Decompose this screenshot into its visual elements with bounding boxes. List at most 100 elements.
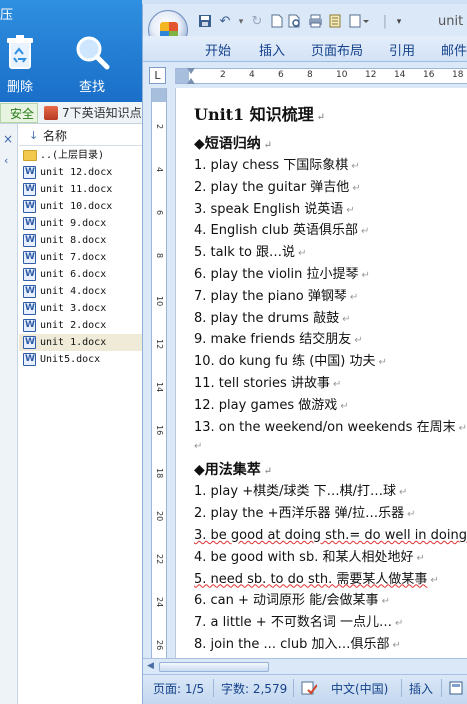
file-row[interactable]: unit 8.docx — [19, 232, 142, 249]
document-line-text: 8. join the ... club 加入…俱乐部 — [194, 636, 390, 652]
ribbon-tab[interactable]: 插入 — [259, 40, 285, 59]
document-line-text: 10. do kung fu 练 (中国) 功夫 — [194, 354, 376, 370]
document-line: 5. talk to 跟…说 ↵ — [194, 242, 467, 264]
ruler-number: 4 — [249, 70, 255, 80]
file-row[interactable]: unit 12.docx — [19, 164, 142, 181]
new-document-icon[interactable] — [269, 14, 285, 30]
status-separator — [441, 679, 442, 697]
ribbon-tab[interactable]: 页面布局 — [311, 40, 363, 59]
format-icon[interactable] — [327, 14, 343, 30]
document-line-text: 5. need sb. to do sth. 需要某人做某事 — [194, 571, 428, 587]
file-row[interactable]: unit 7.docx — [19, 249, 142, 266]
file-row[interactable]: unit 1.docx — [19, 334, 142, 351]
paragraph-mark: ↵ — [416, 552, 425, 564]
document-line: 3. be good at doing sth.= do well in doi… — [194, 525, 467, 547]
word-count-status[interactable]: 字数: 2,579 — [221, 680, 287, 697]
spelling-check-icon[interactable] — [301, 680, 318, 699]
document-line: 13. on the weekend/on weekends 在周末 ↵ — [194, 417, 467, 439]
page-count-status[interactable]: 页面: 1/5 — [153, 680, 204, 697]
ruler-number: 4 — [155, 167, 164, 173]
tab-archive[interactable]: 7下英语知识点 — [40, 103, 142, 123]
document-line: 8. play the drums 敲鼓 ↵ — [194, 308, 467, 330]
file-row[interactable]: Unit5.docx — [19, 351, 142, 368]
print-preview-icon[interactable] — [287, 14, 303, 30]
paragraph-mark: ↵ — [349, 291, 359, 303]
paragraph-mark: ↵ — [351, 161, 360, 172]
document-line-text: 7. play the piano 弹钢琴 — [194, 288, 347, 304]
paragraph-mark: ↵ — [340, 400, 349, 412]
chevron-left-icon[interactable]: ‹ — [4, 154, 8, 167]
word-document-icon — [23, 283, 36, 300]
undo-icon[interactable]: ↶ — [217, 14, 233, 30]
name-column-header[interactable]: ↓ 名称 — [19, 126, 142, 146]
status-separator — [293, 679, 294, 697]
file-row[interactable]: unit 6.docx — [19, 266, 142, 283]
ruler-number: 14 — [155, 382, 164, 393]
document-line-text: 4. English club 英语俱乐部 — [194, 223, 358, 239]
ruler-number: 2 — [155, 124, 164, 130]
document-line-text: 11. tell stories 讲故事 — [194, 375, 330, 391]
scroll-left-arrow-icon[interactable]: ◀ — [147, 661, 154, 671]
language-status[interactable]: 中文(中国) — [331, 680, 388, 697]
paragraph-mark: ↵ — [381, 596, 390, 608]
document-line: 10. do kung fu 练 (中国) 功夫 ↵ — [194, 351, 467, 373]
sort-arrow-icon: ↓ — [29, 129, 39, 142]
document-dropdown-icon[interactable] — [349, 14, 369, 30]
document-line: 7. a little + 不可数名词 一点儿… ↵ — [194, 612, 467, 634]
document-line-text: 3. be good at doing sth.= do well in doi… — [194, 527, 467, 543]
word-document-icon — [23, 249, 36, 266]
first-line-indent-marker[interactable] — [187, 68, 195, 74]
insert-mode-status[interactable]: 插入 — [409, 680, 433, 697]
word-document-icon — [23, 334, 36, 351]
tab-stop-selector[interactable]: L — [149, 67, 166, 84]
horizontal-scrollbar[interactable]: ◀ — [143, 658, 467, 674]
ribbon-tab[interactable]: 邮件 — [441, 40, 467, 59]
tab-safe[interactable]: 安全 — [0, 103, 38, 123]
paragraph-mark: ↵ — [398, 487, 408, 499]
document-line: 7. play the piano 弹钢琴 ↵ — [194, 286, 467, 308]
file-row[interactable]: unit 11.docx — [19, 181, 142, 198]
horizontal-ruler[interactable]: 2 4 6 8 10 12 14 16 18 — [175, 68, 467, 84]
undo-dropdown-icon[interactable]: ▾ — [233, 14, 249, 30]
close-icon[interactable]: × — [3, 132, 13, 146]
paragraph-mark: ↵ — [298, 248, 307, 260]
customize-toolbar-icon[interactable]: ▾ — [391, 14, 407, 30]
document-page[interactable]: Unit1 知识梳理 ↵ ◆短语归纳 ↵ 1. play chess 下国际象棋 ↵ 2… — [175, 88, 467, 658]
ruler-number: 10 — [155, 296, 164, 307]
status-bar: 页面: 1/5 字数: 2,579 中文(中国) 插入 — [143, 674, 467, 704]
file-row[interactable]: unit 2.docx — [19, 317, 142, 334]
delete-button[interactable]: 删除 — [0, 34, 44, 96]
file-name: unit 12.docx — [40, 167, 113, 178]
top-margin-area — [152, 88, 166, 102]
word-document-icon — [23, 232, 36, 249]
file-name: unit 3.docx — [40, 303, 107, 314]
file-row[interactable]: unit 3.docx — [19, 300, 142, 317]
tab-safe-label: 安全 — [10, 107, 35, 121]
document-heading-text: Unit1 知识梳理 — [194, 105, 314, 124]
file-row[interactable]: unit 4.docx — [19, 283, 142, 300]
document-line-text: 5. talk to 跟…说 — [194, 245, 296, 261]
ribbon-tab[interactable]: 开始 — [205, 40, 231, 59]
file-name: Unit5.docx — [40, 354, 101, 365]
ribbon-tab[interactable]: 引用 — [389, 40, 415, 59]
document-line: 4. be good with sb. 和某人相处地好 ↵ — [194, 547, 467, 569]
hanging-indent-marker[interactable] — [187, 78, 195, 84]
paragraph-mark: ↵ — [346, 204, 355, 216]
print-icon[interactable] — [307, 14, 323, 30]
paragraph-mark: ↵ — [263, 466, 273, 478]
document-line: 8. join the ... club 加入…俱乐部 ↵ — [194, 634, 467, 656]
document-line-text: 8. play the drums 敲鼓 — [194, 310, 340, 326]
file-row[interactable]: ..(上层目录) — [19, 147, 142, 164]
word-document-icon — [23, 266, 36, 283]
file-row[interactable]: unit 9.docx — [19, 215, 142, 232]
redo-icon[interactable]: ↻ — [249, 14, 265, 30]
view-layout-icon[interactable] — [449, 680, 463, 699]
document-line: 1. play +棋类/球类 下…棋/打…球 ↵ — [194, 481, 467, 503]
file-name: unit 6.docx — [40, 269, 107, 280]
scrollbar-thumb[interactable] — [159, 662, 269, 672]
document-line: 1. play chess 下国际象棋 ↵ — [194, 155, 467, 177]
find-button[interactable]: 查找 — [68, 34, 116, 96]
vertical-ruler[interactable]: 2 4 6 8 10 12 14 16 18 20 22 24 26 — [151, 88, 167, 658]
file-row[interactable]: unit 10.docx — [19, 198, 142, 215]
save-icon[interactable] — [197, 14, 213, 30]
